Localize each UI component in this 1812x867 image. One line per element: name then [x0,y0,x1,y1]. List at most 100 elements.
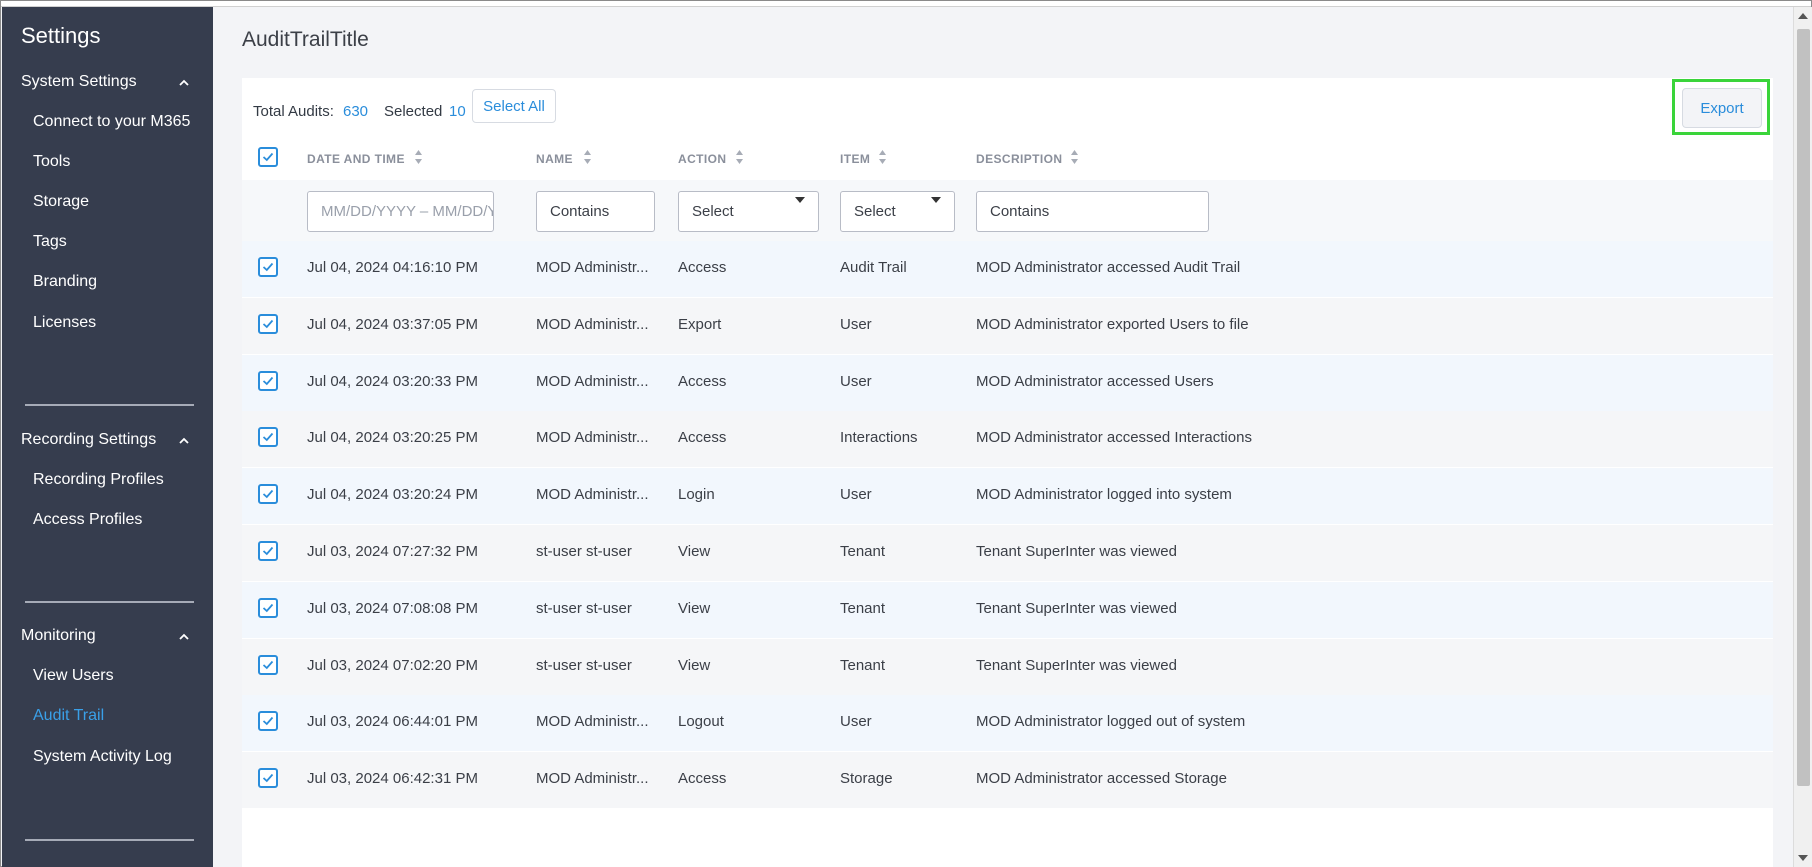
table-row[interactable]: Jul 04, 2024 03:37:05 PM MOD Administr...… [242,297,1773,354]
filter-row: MM/DD/YYYY – MM/DD/YYYY Contains Select … [242,180,1773,241]
cell-item: Storage [840,770,893,788]
row-checkbox[interactable] [258,541,278,561]
row-checkbox[interactable] [258,654,278,675]
select-all-checkbox[interactable] [258,147,278,167]
sidebar-item-tools[interactable]: Tools [33,153,70,171]
sort-icon[interactable] [1070,149,1079,165]
row-checkbox[interactable] [258,427,278,448]
cell-date: Jul 03, 2024 06:44:01 PM [307,713,478,731]
cell-date: Jul 04, 2024 03:20:33 PM [307,372,478,390]
sidebar-item-branding[interactable]: Branding [33,273,97,291]
sidebar-divider [25,404,194,406]
cell-item: Audit Trail [840,259,907,276]
row-checkbox[interactable] [258,370,278,391]
row-checkbox[interactable] [258,711,278,732]
row-checkbox[interactable] [258,313,278,334]
cell-date: Jul 04, 2024 03:20:24 PM [307,486,478,504]
checkbox-checked-icon [262,774,274,783]
cell-date: Jul 03, 2024 07:02:20 PM [307,656,478,674]
checkbox-checked-icon [262,262,274,272]
cell-action: Access [678,429,727,447]
checkbox-checked-icon [262,660,274,669]
cell-item: User [840,315,872,333]
cell-item: Tenant [840,656,886,674]
cell-description: MOD Administrator logged out of system [976,713,1246,731]
audit-table-card: Total Audits: 630 Selected 10 Select All… [242,78,1773,867]
section-recording-settings[interactable]: Recording Settings [21,431,156,449]
sidebar-title: Settings [21,23,101,48]
scroll-down-arrow-icon[interactable] [1798,855,1808,861]
cell-action: View [678,599,711,617]
sidebar-item-storage[interactable]: Storage [33,193,89,211]
table-row[interactable]: Jul 04, 2024 03:20:33 PM MOD Administr...… [242,354,1773,411]
checkbox-checked-icon [262,603,274,613]
table-row[interactable]: Jul 03, 2024 07:02:20 PM st-user st-user V… [242,638,1773,695]
cell-date: Jul 03, 2024 07:08:08 PM [307,599,478,617]
total-audits-label: Total Audits: [253,103,334,120]
cell-action: Export [678,315,722,333]
checkbox-checked-icon [262,546,274,556]
chevron-up-icon[interactable] [178,77,190,89]
section-system-settings[interactable]: System Settings [21,73,137,91]
cell-item: User [840,486,872,504]
table-row[interactable]: Jul 04, 2024 04:16:10 PM MOD Administr...… [242,241,1773,297]
column-header-item[interactable]: ITEM [840,152,870,166]
cell-description: Tenant SuperInter was viewed [976,599,1177,617]
sort-icon[interactable] [414,149,423,165]
cell-description: MOD Administrator accessed Audit Trail [976,259,1241,276]
sidebar-item-view-users[interactable]: View Users [33,667,114,685]
sidebar-item-tags[interactable]: Tags [33,233,67,251]
cell-action: Access [678,259,727,276]
sort-icon[interactable] [735,149,744,165]
chevron-up-icon[interactable] [178,435,190,447]
table-row[interactable]: Jul 03, 2024 06:42:31 PM MOD Administr...… [242,752,1773,809]
cell-action: Logout [678,713,724,731]
app-window: Settings System Settings Connect to your… [0,0,1812,867]
column-header-description[interactable]: DESCRIPTION [976,152,1062,166]
sidebar-item-access-profiles[interactable]: Access Profiles [33,511,142,529]
row-checkbox[interactable] [258,257,278,277]
caret-down-icon[interactable] [931,197,941,203]
name-filter-input[interactable]: Contains [536,191,655,232]
selected-label: Selected [384,103,443,120]
description-filter-input[interactable]: Contains [976,191,1209,232]
cell-item: Tenant [840,599,886,617]
table-row[interactable]: Jul 03, 2024 06:44:01 PM MOD Administr...… [242,695,1773,752]
sidebar-item-system-activity-log[interactable]: System Activity Log [33,748,172,766]
column-header-action[interactable]: ACTION [678,152,726,166]
select-all-button[interactable]: Select All [472,89,556,123]
row-checkbox[interactable] [258,484,278,505]
cell-name: st-user st-user [536,543,632,560]
scrollbar-thumb[interactable] [1797,29,1810,786]
section-monitoring[interactable]: Monitoring [21,627,96,645]
page-title: AuditTrailTitle [242,28,369,51]
sidebar-item-audit-trail[interactable]: Audit Trail [33,707,104,725]
table-row[interactable]: Jul 04, 2024 03:20:25 PM MOD Administr...… [242,411,1773,468]
export-button[interactable]: Export [1682,88,1762,128]
column-header-name[interactable]: NAME [536,152,573,166]
cell-name: MOD Administr... [536,713,649,731]
table-row[interactable]: Jul 03, 2024 07:08:08 PM st-user st-user V… [242,581,1773,638]
table-row[interactable]: Jul 03, 2024 07:27:32 PM st-user st-user V… [242,525,1773,581]
cell-date: Jul 04, 2024 03:20:25 PM [307,429,478,447]
cell-description: Tenant SuperInter was viewed [976,656,1177,674]
sort-icon[interactable] [583,149,592,165]
cell-item: Interactions [840,429,918,447]
sidebar-item-recording-profiles[interactable]: Recording Profiles [33,471,164,489]
date-range-filter-input[interactable]: MM/DD/YYYY – MM/DD/YYYY [307,191,494,232]
cell-action: Access [678,770,727,788]
table-row[interactable]: Jul 04, 2024 03:20:24 PM MOD Administr...… [242,468,1773,525]
sidebar-item-licenses[interactable]: Licenses [33,314,96,332]
caret-down-icon[interactable] [795,197,805,203]
row-checkbox[interactable] [258,597,278,618]
chevron-up-icon[interactable] [178,631,190,643]
sort-icon[interactable] [878,149,887,165]
vertical-scrollbar[interactable] [1793,7,1812,867]
column-header-date[interactable]: DATE AND TIME [307,152,405,166]
cell-item: User [840,713,872,731]
cell-item: User [840,372,872,390]
sidebar-item-connect-m365[interactable]: Connect to your M365 [33,113,190,131]
scroll-up-arrow-icon[interactable] [1798,13,1808,19]
row-checkbox[interactable] [258,768,278,789]
cell-name: MOD Administr... [536,770,649,788]
